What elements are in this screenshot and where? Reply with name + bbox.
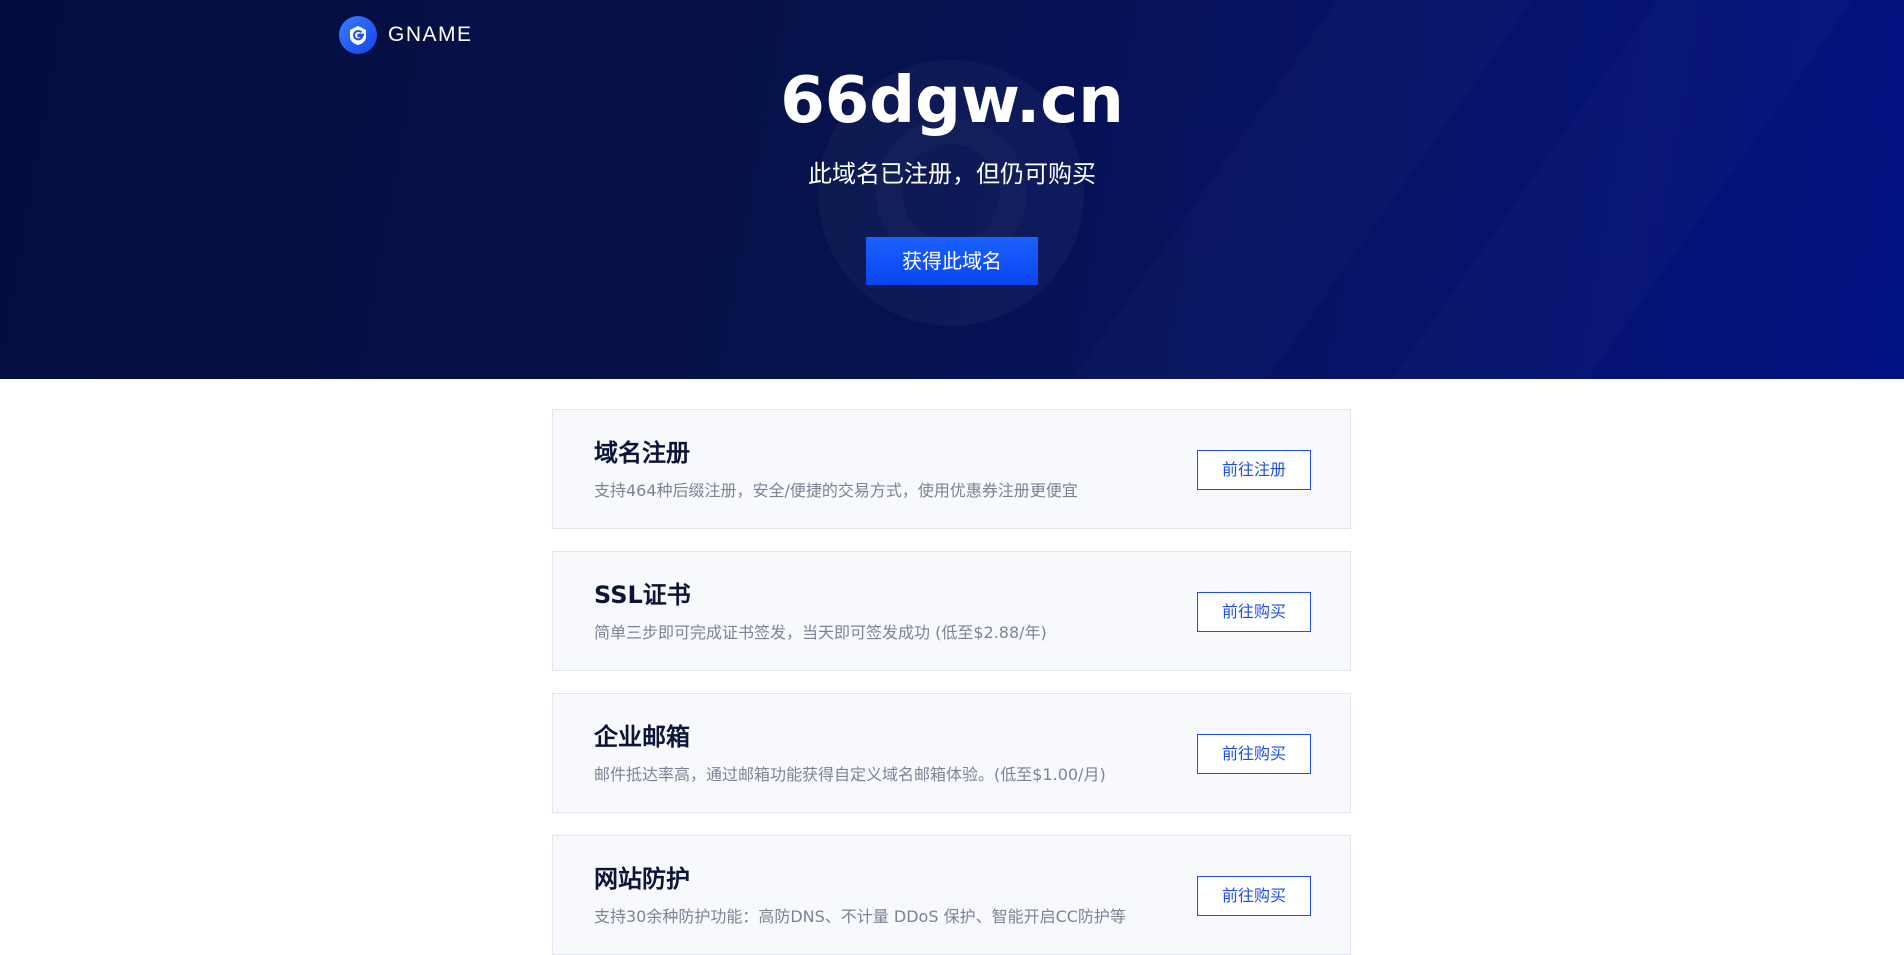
get-domain-button[interactable]: 获得此域名 — [866, 237, 1038, 285]
domain-status-subtitle: 此域名已注册，但仍可购买 — [808, 160, 1096, 188]
gname-g-icon — [339, 16, 377, 54]
service-card-ssl-certificate: SSL证书 简单三步即可完成证书签发，当天即可签发成功 (低至$2.88/年) … — [552, 551, 1351, 671]
buy-email-button[interactable]: 前往购买 — [1197, 734, 1311, 774]
service-title: 网站防护 — [594, 865, 690, 893]
service-description: 邮件抵达率高，通过邮箱功能获得自定义域名邮箱体验。(低至$1.00/月) — [594, 765, 1106, 784]
service-description: 简单三步即可完成证书签发，当天即可签发成功 (低至$2.88/年) — [594, 623, 1047, 642]
service-title: SSL证书 — [594, 581, 691, 609]
brand-name: GNAME — [388, 23, 473, 46]
hero-banner: GNAME 66dgw.cn 此域名已注册，但仍可购买 获得此域名 — [0, 0, 1904, 379]
go-register-button[interactable]: 前往注册 — [1197, 450, 1311, 490]
gname-g-glyph — [350, 26, 366, 45]
service-description: 支持464种后缀注册，安全/便捷的交易方式，使用优惠券注册更便宜 — [594, 481, 1078, 500]
service-card-website-protection: 网站防护 支持30余种防护功能：高防DNS、不计量 DDoS 保护、智能开启CC… — [552, 835, 1351, 955]
service-title: 域名注册 — [594, 439, 690, 467]
brand-logo[interactable]: GNAME — [339, 16, 473, 54]
service-title: 企业邮箱 — [594, 723, 690, 751]
buy-ssl-button[interactable]: 前往购买 — [1197, 592, 1311, 632]
service-card-enterprise-email: 企业邮箱 邮件抵达率高，通过邮箱功能获得自定义域名邮箱体验。(低至$1.00/月… — [552, 693, 1351, 813]
domain-name-title: 66dgw.cn — [780, 64, 1124, 138]
service-card-domain-registration: 域名注册 支持464种后缀注册，安全/便捷的交易方式，使用优惠券注册更便宜 前往… — [552, 409, 1351, 529]
buy-protection-button[interactable]: 前往购买 — [1197, 876, 1311, 916]
service-description: 支持30余种防护功能：高防DNS、不计量 DDoS 保护、智能开启CC防护等 — [594, 907, 1126, 926]
